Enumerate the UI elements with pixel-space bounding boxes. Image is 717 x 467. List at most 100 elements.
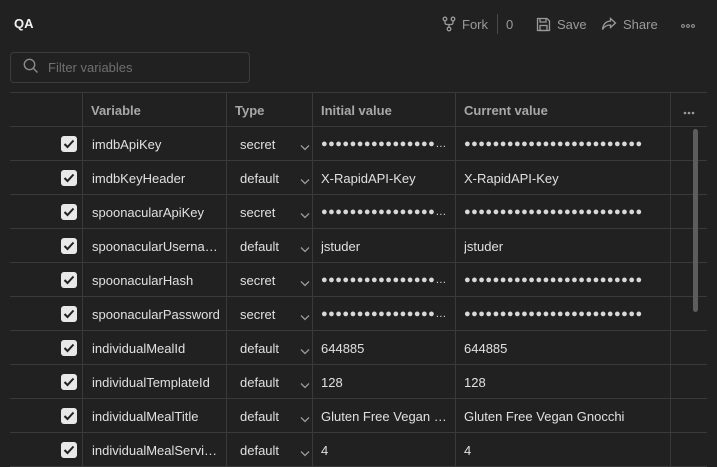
type-value: secret [240,306,276,322]
checkmark-icon [63,341,75,356]
variable-name: individualTemplateId [92,374,210,390]
initial-value-cell[interactable]: ●●●●●●●●●●●●●●●●●●●●●●●●● [312,195,455,229]
type-select[interactable]: default [226,161,312,195]
fork-button[interactable]: Fork [442,14,488,34]
current-value-cell[interactable]: 4 [455,433,670,467]
type-select[interactable]: secret [226,127,312,161]
checkmark-icon [63,239,75,254]
type-select[interactable]: default [226,331,312,365]
save-button[interactable]: Save [536,14,587,34]
current-value-cell[interactable]: 644885 [455,331,670,365]
table-row: individualTemplateId default 128 128 [10,365,707,399]
variable-name-cell[interactable]: imdbApiKey [82,127,226,161]
table-row: imdbKeyHeader default X-RapidAPI-Key X-R… [10,161,707,195]
column-options-button[interactable] [670,93,707,127]
variable-name-cell[interactable]: individualTemplateId [82,365,226,399]
initial-value-cell[interactable]: X-RapidAPI-Key [312,161,455,195]
current-value: 4 [464,442,472,458]
enable-variable-checkbox[interactable] [61,442,77,458]
current-value-cell[interactable]: ●●●●●●●●●●●●●●●●●●●●●●●●● [455,263,670,297]
variable-name-cell[interactable]: spoonacularPassword [82,297,226,331]
type-select[interactable]: secret [226,195,312,229]
initial-value: ●●●●●●●●●●●●●●●●●●●●●●●●● [321,308,455,320]
chevron-down-icon [300,411,310,426]
enable-variable-checkbox[interactable] [61,306,77,322]
enable-variable-checkbox[interactable] [61,238,77,254]
initial-value-cell[interactable]: ●●●●●●●●●●●●●●●●●●●●●●●●● [312,263,455,297]
initial-value-cell[interactable]: 644885 [312,331,455,365]
type-select[interactable]: default [226,229,312,263]
type-select[interactable]: secret [226,263,312,297]
variable-name: individualMealTitle [92,408,199,424]
type-select[interactable]: default [226,433,312,467]
checkmark-icon [63,307,75,322]
type-select[interactable]: default [226,399,312,433]
current-value-cell[interactable]: jstuder [455,229,670,263]
checkmark-icon [63,171,75,186]
initial-value: 644885 [321,340,365,356]
initial-value: X-RapidAPI-Key [321,170,416,186]
initial-value-cell[interactable]: ●●●●●●●●●●●●●●●●●●●●●●●●● [312,127,455,161]
variable-name-cell[interactable]: spoonacularApiKey [82,195,226,229]
variable-name-cell[interactable]: spoonacularHash [82,263,226,297]
enable-variable-checkbox[interactable] [61,408,77,424]
row-end-cell [670,331,707,365]
current-value: ●●●●●●●●●●●●●●●●●●●●●●●●● [464,206,643,218]
enable-variable-checkbox[interactable] [61,136,77,152]
column-header-initial-value: Initial value [312,93,455,127]
row-end-cell [670,263,707,297]
row-end-cell [670,399,707,433]
checkmark-icon [63,375,75,390]
current-value-cell[interactable]: 128 [455,365,670,399]
variable-name: imdbApiKey [92,136,162,152]
initial-value-cell[interactable]: 4 [312,433,455,467]
table-row: spoonacularApiKey secret ●●●●●●●●●●●●●●●… [10,195,707,229]
enable-variable-checkbox[interactable] [61,204,77,220]
enable-variable-checkbox[interactable] [61,272,77,288]
initial-value-cell[interactable]: 128 [312,365,455,399]
current-value-cell[interactable]: ●●●●●●●●●●●●●●●●●●●●●●●●● [455,297,670,331]
variable-name-cell[interactable]: individualMealTitle [82,399,226,433]
filter-variables-input[interactable] [48,60,228,75]
table-row: spoonacularHash secret ●●●●●●●●●●●●●●●●●… [10,263,707,297]
current-value-cell[interactable]: X-RapidAPI-Key [455,161,670,195]
more-options-button[interactable] [679,15,697,31]
variable-name: spoonacularHash [92,272,194,288]
row-end-cell [670,229,707,263]
search-icon [23,58,39,77]
variables-table: Variable Type Initial value Current valu… [10,92,707,467]
chevron-down-icon [300,309,310,324]
column-header-variable: Variable [82,93,226,127]
type-value: secret [240,204,276,220]
share-button[interactable]: Share [601,14,658,34]
chevron-down-icon [300,377,310,392]
initial-value-cell[interactable]: Gluten Free Vegan Gnocchi [312,399,455,433]
variable-name-cell[interactable]: imdbKeyHeader [82,161,226,195]
variable-name-cell[interactable]: individualMealServings [82,433,226,467]
current-value-cell[interactable]: ●●●●●●●●●●●●●●●●●●●●●●●●● [455,195,670,229]
current-value-cell[interactable]: Gluten Free Vegan Gnocchi [455,399,670,433]
more-horizontal-icon [681,16,695,31]
variable-name-cell[interactable]: spoonacularUsername [82,229,226,263]
type-select[interactable]: secret [226,297,312,331]
type-select[interactable]: default [226,365,312,399]
variable-name-cell[interactable]: individualMealId [82,331,226,365]
variable-name: individualMealId [92,340,186,356]
chevron-down-icon [300,173,310,188]
row-end-cell [670,195,707,229]
current-value-cell[interactable]: ●●●●●●●●●●●●●●●●●●●●●●●●● [455,127,670,161]
save-label: Save [557,16,587,32]
checkmark-icon [63,409,75,424]
initial-value-cell[interactable]: ●●●●●●●●●●●●●●●●●●●●●●●●● [312,297,455,331]
enable-variable-checkbox[interactable] [61,170,77,186]
filter-variables-field[interactable] [10,52,250,83]
checkmark-icon [63,205,75,220]
enable-variable-checkbox[interactable] [61,374,77,390]
table-scrollbar-thumb[interactable] [693,129,698,312]
chevron-down-icon [300,139,310,154]
type-value: default [240,238,280,254]
initial-value-cell[interactable]: jstuder [312,229,455,263]
current-value: Gluten Free Vegan Gnocchi [464,408,625,424]
enable-variable-checkbox[interactable] [61,340,77,356]
row-end-cell [670,127,707,161]
